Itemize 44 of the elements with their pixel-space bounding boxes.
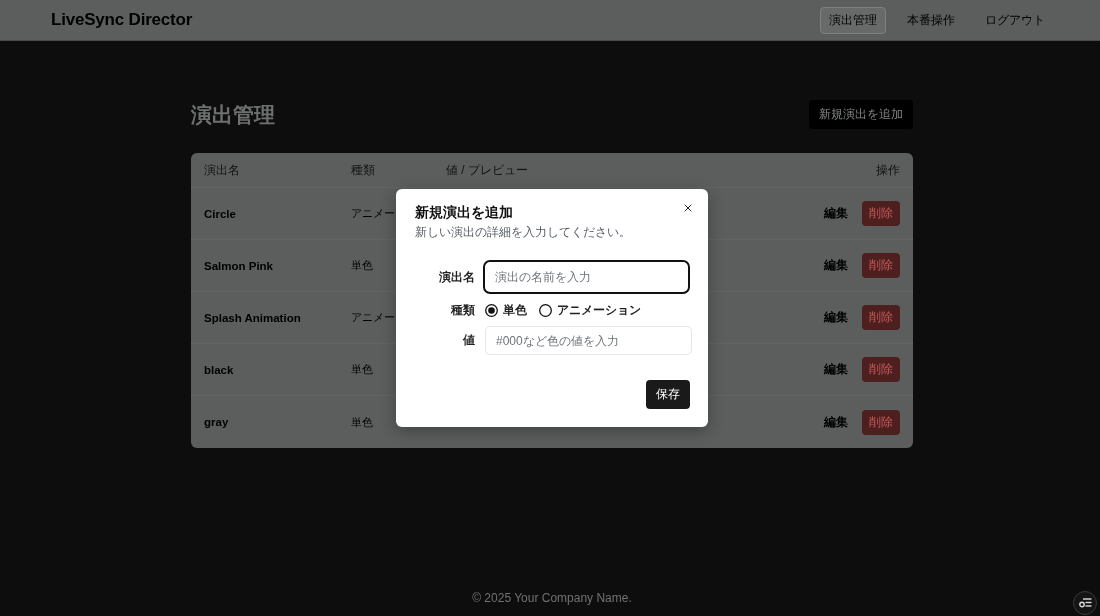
column-header: 演出名	[204, 161, 240, 179]
edit-button[interactable]: 編集	[824, 258, 848, 273]
column-header: 値 / プレビュー	[446, 161, 528, 179]
radio-label[interactable]: アニメーション	[557, 302, 641, 318]
page-title: 演出管理	[191, 101, 275, 128]
table-cell: black	[204, 363, 234, 376]
delete-button[interactable]: 削除	[862, 409, 900, 435]
field-label: 種類	[450, 302, 475, 318]
column-header: 種類	[351, 161, 375, 179]
copyright-text: © 2025 Your Company Name.	[472, 591, 632, 605]
edit-button[interactable]: 編集	[824, 206, 848, 221]
radio-button[interactable]	[485, 303, 498, 317]
nav-tab[interactable]: 演出管理	[820, 6, 886, 34]
nav-tab[interactable]: 本番操作	[898, 6, 964, 34]
table-cell: 単色	[351, 414, 373, 430]
table-cell: Splash Animation	[204, 311, 301, 324]
table-cell: gray	[204, 416, 229, 428]
app-logo: LiveSync Director	[51, 10, 193, 30]
close-icon	[682, 202, 694, 214]
edit-button[interactable]: 編集	[824, 362, 848, 377]
delete-button[interactable]: 削除	[862, 305, 900, 330]
save-button[interactable]: 保存	[646, 380, 690, 409]
delete-button[interactable]: 削除	[862, 253, 900, 278]
delete-button[interactable]: 削除	[862, 201, 900, 226]
table-cell: アニメー	[351, 206, 395, 221]
dialog-description: 新しい演出の詳細を入力してください。	[415, 225, 631, 240]
nav-tab[interactable]: ログアウト	[976, 6, 1054, 34]
table-cell: 単色	[351, 362, 373, 377]
add-button[interactable]: 新規演出を追加	[809, 100, 913, 129]
field-label: 演出名	[438, 269, 475, 285]
delete-button[interactable]: 削除	[862, 357, 900, 382]
text-field[interactable]: 演出の名前を入力	[483, 260, 690, 294]
table-cell: アニメー	[351, 310, 395, 325]
table-cell: Salmon Pink	[204, 259, 274, 272]
radio-button[interactable]	[539, 303, 552, 317]
list-icon	[1078, 598, 1092, 608]
edit-button[interactable]: 編集	[824, 414, 848, 430]
table-cell: 単色	[351, 258, 373, 273]
field-label: 値	[462, 333, 475, 348]
dialog-title: 新規演出を追加	[415, 204, 513, 222]
radio-label[interactable]: 単色	[503, 302, 527, 318]
table-cell: Circle	[204, 207, 236, 220]
column-header: 操作	[876, 161, 900, 179]
edit-button[interactable]: 編集	[824, 310, 848, 325]
